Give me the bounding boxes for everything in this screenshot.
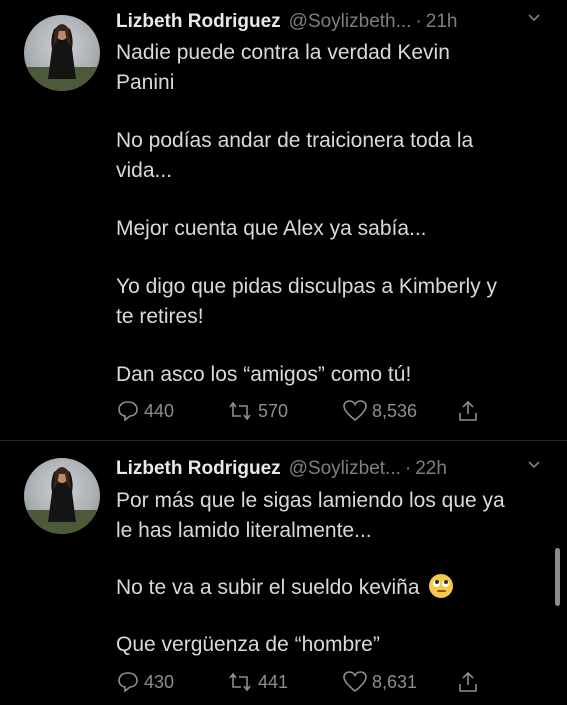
share-icon <box>459 400 477 421</box>
tweet-text-line: Dan asco los “amigos” como tú! <box>116 363 412 386</box>
tweet-actions: 440 570 8,536 <box>116 399 496 425</box>
like-button[interactable]: 8,536 <box>342 399 417 423</box>
retweet-icon <box>229 401 251 421</box>
tweet-header: Lizbeth Rodriguez @Soylizbeth... · 21h <box>116 9 553 35</box>
retweet-button[interactable]: 570 <box>226 399 288 423</box>
tweet-text-line: te retires! <box>116 305 204 328</box>
timestamp[interactable]: 22h <box>415 458 447 480</box>
author-name[interactable]: Lizbeth Rodriguez <box>116 11 281 33</box>
avatar[interactable] <box>24 15 100 91</box>
reply-icon <box>118 401 138 422</box>
retweet-count: 570 <box>258 400 289 421</box>
author-handle[interactable]: @Soylizbet... <box>289 458 401 480</box>
face-with-rolling-eyes-emoji <box>429 574 454 598</box>
reply-button[interactable]: 430 <box>116 670 174 694</box>
scrollbar[interactable] <box>555 548 560 606</box>
reply-button[interactable]: 440 <box>116 399 174 423</box>
retweet-count: 441 <box>258 671 289 692</box>
like-icon <box>343 400 367 422</box>
reply-count: 440 <box>144 400 175 421</box>
chevron-down-icon[interactable] <box>527 11 541 28</box>
share-icon <box>459 671 477 692</box>
retweet-button[interactable]: 441 <box>226 670 288 694</box>
tweet-text-line: Mejor cuenta que Alex ya sabía... <box>116 217 427 240</box>
like-count: 8,631 <box>372 671 418 692</box>
tweet-text-line: le has lamido literalmente... <box>116 519 372 542</box>
tweet-text-line: vida... <box>116 159 173 182</box>
tweet-text-line: Por más que le sigas lamiendo los que ya <box>116 489 505 512</box>
separator-dot: · <box>404 458 412 479</box>
share-button[interactable] <box>456 399 484 423</box>
tweet-actions: 430 441 8,631 <box>116 670 496 696</box>
tweet-text-line: Nadie puede contra la verdad Kevin <box>116 41 450 64</box>
retweet-icon <box>229 672 251 692</box>
tweet-text-line: No te va a subir el sueldo keviña <box>116 574 454 601</box>
avatar[interactable] <box>24 458 100 534</box>
like-button[interactable]: 8,631 <box>342 670 417 694</box>
tweet-header: Lizbeth Rodriguez @Soylizbet... · 22h <box>116 456 553 482</box>
tweet-text-line: Yo digo que pidas disculpas a Kimberly y <box>116 275 497 298</box>
author-name[interactable]: Lizbeth Rodriguez <box>116 458 281 480</box>
author-handle[interactable]: @Soylizbeth... <box>289 11 412 33</box>
share-button[interactable] <box>456 670 484 694</box>
separator-dot: · <box>415 11 422 32</box>
timestamp[interactable]: 21h <box>426 11 458 33</box>
tweet-text-line: No podías andar de traicionera toda la <box>116 129 474 152</box>
tweet-text-content: No te va a subir el sueldo keviña <box>116 576 420 599</box>
reply-count: 430 <box>144 671 175 692</box>
tweet-text-line: Panini <box>116 71 175 94</box>
reply-icon <box>118 672 138 693</box>
tweet[interactable]: Lizbeth Rodriguez @Soylizbeth... · 21h N… <box>0 0 567 440</box>
tweet[interactable]: Lizbeth Rodriguez @Soylizbet... · 22h Po… <box>0 441 567 705</box>
like-count: 8,536 <box>372 400 418 421</box>
chevron-down-icon[interactable] <box>527 458 541 475</box>
like-icon <box>343 671 367 693</box>
tweet-text-line: Que vergüenza de “hombre” <box>116 633 380 656</box>
